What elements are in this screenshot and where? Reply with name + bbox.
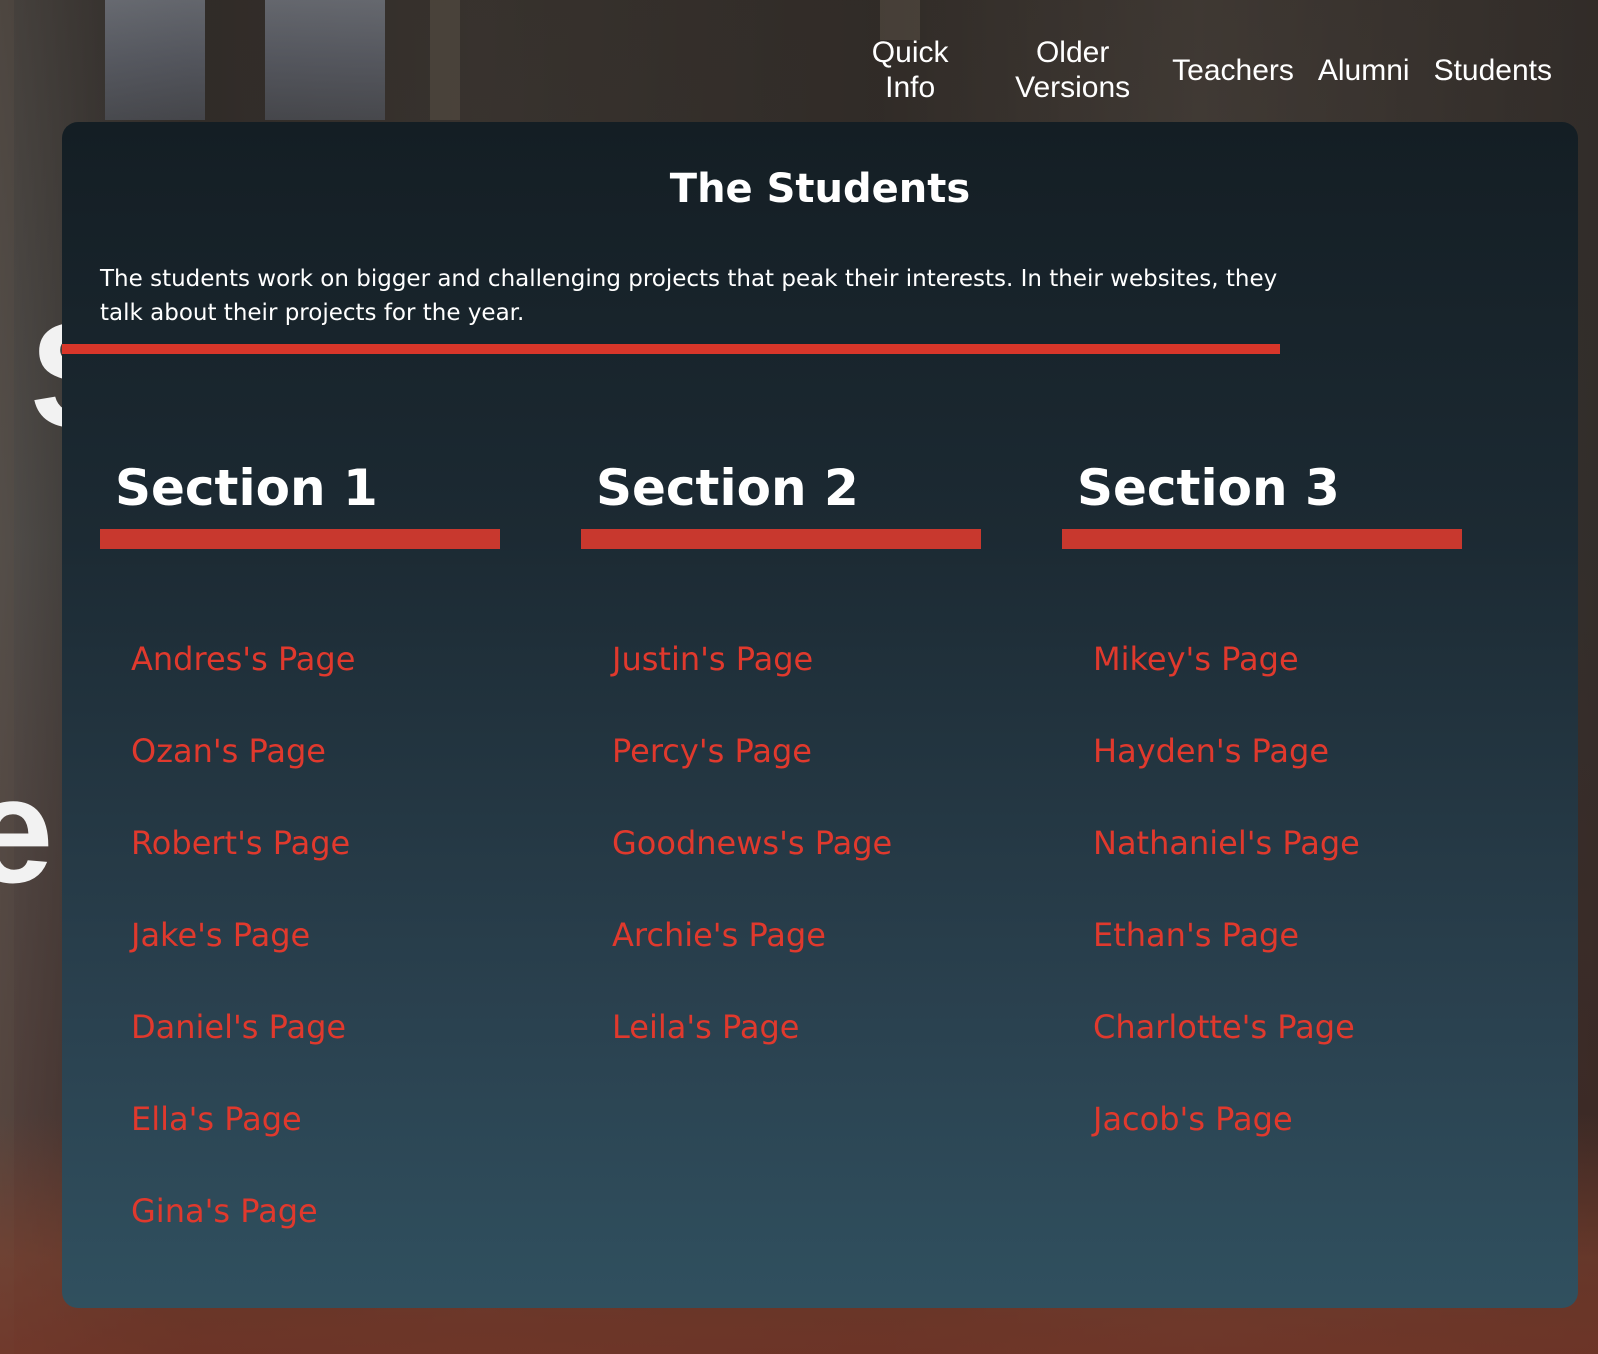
list-item: Archie's Page (612, 915, 981, 1007)
nav-students[interactable]: Students (1422, 53, 1564, 88)
section-2: Section 2 Justin's Page Percy's Page Goo… (581, 457, 981, 1099)
page-description: The students work on bigger and challeng… (100, 266, 1278, 326)
section-heading: Section 3 (1077, 459, 1340, 517)
student-page-link[interactable]: Robert's Page (131, 824, 350, 862)
student-page-link[interactable]: Hayden's Page (1093, 732, 1329, 770)
nav-teachers[interactable]: Teachers (1160, 53, 1306, 88)
nav-quick-info-line1: Quick (871, 36, 949, 69)
student-page-link[interactable]: Leila's Page (612, 1008, 799, 1046)
background-window (105, 0, 205, 120)
section-divider (100, 529, 500, 549)
section-link-list: Mikey's Page Hayden's Page Nathaniel's P… (1062, 639, 1462, 1191)
list-item: Nathaniel's Page (1093, 823, 1462, 915)
nav-quick-info[interactable]: Quick Info (835, 35, 985, 105)
student-page-link[interactable]: Justin's Page (612, 640, 813, 678)
list-item: Ethan's Page (1093, 915, 1462, 1007)
section-divider (1062, 529, 1462, 549)
section-1: Section 1 Andres's Page Ozan's Page Robe… (100, 457, 500, 1283)
top-nav: Quick Info Older Versions Teachers Alumn… (835, 34, 1564, 106)
student-page-link[interactable]: Mikey's Page (1093, 640, 1299, 678)
student-page-link[interactable]: Nathaniel's Page (1093, 824, 1360, 862)
list-item: Justin's Page (612, 639, 981, 731)
list-item: Robert's Page (131, 823, 500, 915)
section-link-list: Andres's Page Ozan's Page Robert's Page … (100, 639, 500, 1283)
list-item: Daniel's Page (131, 1007, 500, 1099)
student-page-link[interactable]: Andres's Page (131, 640, 355, 678)
student-page-link[interactable]: Goodnews's Page (612, 824, 892, 862)
list-item: Charlotte's Page (1093, 1007, 1462, 1099)
nav-older-versions-line1: Older (1035, 36, 1110, 69)
student-page-link[interactable]: Ethan's Page (1093, 916, 1299, 954)
nav-alumni[interactable]: Alumni (1306, 53, 1422, 88)
student-page-link[interactable]: Gina's Page (131, 1192, 318, 1230)
list-item: Hayden's Page (1093, 731, 1462, 823)
background-window (265, 0, 385, 120)
section-heading: Section 1 (115, 459, 378, 517)
list-item: Percy's Page (612, 731, 981, 823)
list-item: Jacob's Page (1093, 1099, 1462, 1191)
list-item: Mikey's Page (1093, 639, 1462, 731)
list-item: Ella's Page (131, 1099, 500, 1191)
student-page-link[interactable]: Archie's Page (612, 916, 826, 954)
section-divider (581, 529, 981, 549)
student-page-link[interactable]: Daniel's Page (131, 1008, 346, 1046)
section-link-list: Justin's Page Percy's Page Goodnews's Pa… (581, 639, 981, 1099)
student-page-link[interactable]: Jake's Page (131, 916, 310, 954)
list-item: Gina's Page (131, 1191, 500, 1283)
background-beam (430, 0, 460, 120)
list-item: Goodnews's Page (612, 823, 981, 915)
student-page-link[interactable]: Ella's Page (131, 1100, 302, 1138)
section-3: Section 3 Mikey's Page Hayden's Page Nat… (1062, 457, 1462, 1191)
nav-quick-info-line2: Info (885, 71, 936, 104)
list-item: Leila's Page (612, 1007, 981, 1099)
student-page-link[interactable]: Percy's Page (612, 732, 812, 770)
list-item: Andres's Page (131, 639, 500, 731)
student-page-link[interactable]: Jacob's Page (1093, 1100, 1293, 1138)
nav-older-versions[interactable]: Older Versions (985, 35, 1160, 105)
section-heading: Section 2 (596, 459, 859, 517)
background-letter: e (0, 746, 54, 914)
page-title: The Students (669, 166, 971, 212)
list-item: Jake's Page (131, 915, 500, 1007)
students-panel: The Students The students work on bigger… (62, 122, 1578, 1308)
title-divider (62, 344, 1280, 354)
student-page-link[interactable]: Ozan's Page (131, 732, 326, 770)
nav-older-versions-line2: Versions (1015, 71, 1131, 104)
list-item: Ozan's Page (131, 731, 500, 823)
student-page-link[interactable]: Charlotte's Page (1093, 1008, 1355, 1046)
